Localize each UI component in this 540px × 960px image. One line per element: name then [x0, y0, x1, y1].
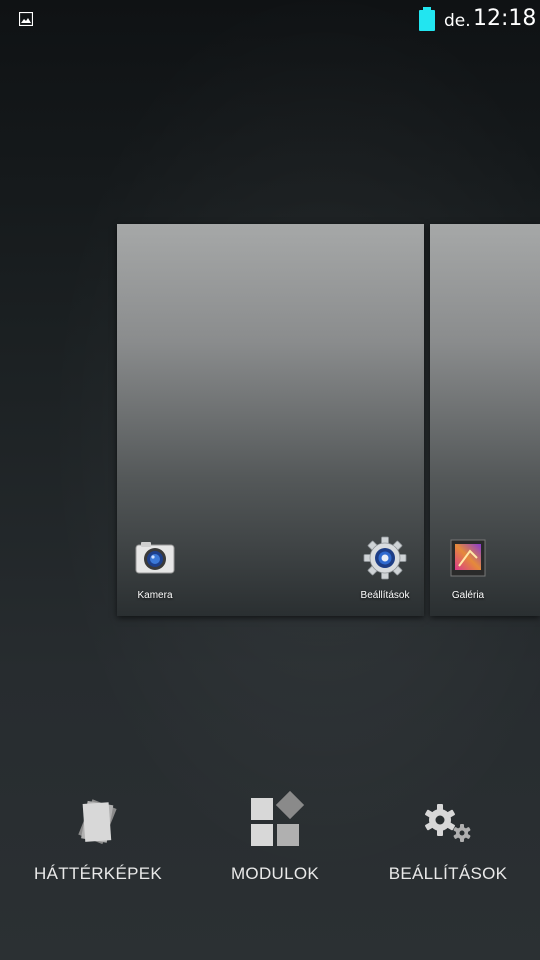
settings-label: BEÁLLÍTÁSOK	[388, 864, 508, 883]
wallpapers-icon	[78, 799, 117, 845]
settings-icon	[425, 804, 471, 842]
app-label: Galéria	[451, 590, 485, 601]
home-page-preview[interactable]: Kamera Beállítások	[117, 224, 424, 616]
app-shortcut-beallitasok[interactable]: Beállítások	[345, 536, 425, 601]
wallpapers-button[interactable]: HÁTTÉRKÉPEK	[18, 790, 178, 884]
status-ampm: de.	[444, 11, 471, 31]
gallery-icon	[450, 539, 486, 577]
battery-icon	[419, 7, 435, 31]
app-label: Kamera	[137, 590, 173, 601]
image-icon	[19, 12, 33, 26]
status-bar: de. 12:18	[0, 0, 540, 40]
wallpapers-label: HÁTTÉRKÉPEK	[34, 864, 162, 883]
settings-gear-icon	[363, 536, 407, 580]
settings-button[interactable]: BEÁLLÍTÁSOK	[368, 790, 528, 884]
app-shortcut-kamera[interactable]: Kamera	[115, 536, 195, 601]
widgets-label: MODULOK	[230, 864, 320, 883]
app-shortcut-galeria[interactable]: Galéria	[428, 536, 508, 601]
home-page-preview-next[interactable]: Galéria	[430, 224, 540, 616]
widgets-button[interactable]: MODULOK	[195, 790, 355, 884]
status-time: 12:18	[473, 6, 537, 31]
camera-icon	[135, 542, 175, 574]
widgets-icon	[251, 790, 305, 846]
app-label: Beállítások	[360, 590, 410, 601]
